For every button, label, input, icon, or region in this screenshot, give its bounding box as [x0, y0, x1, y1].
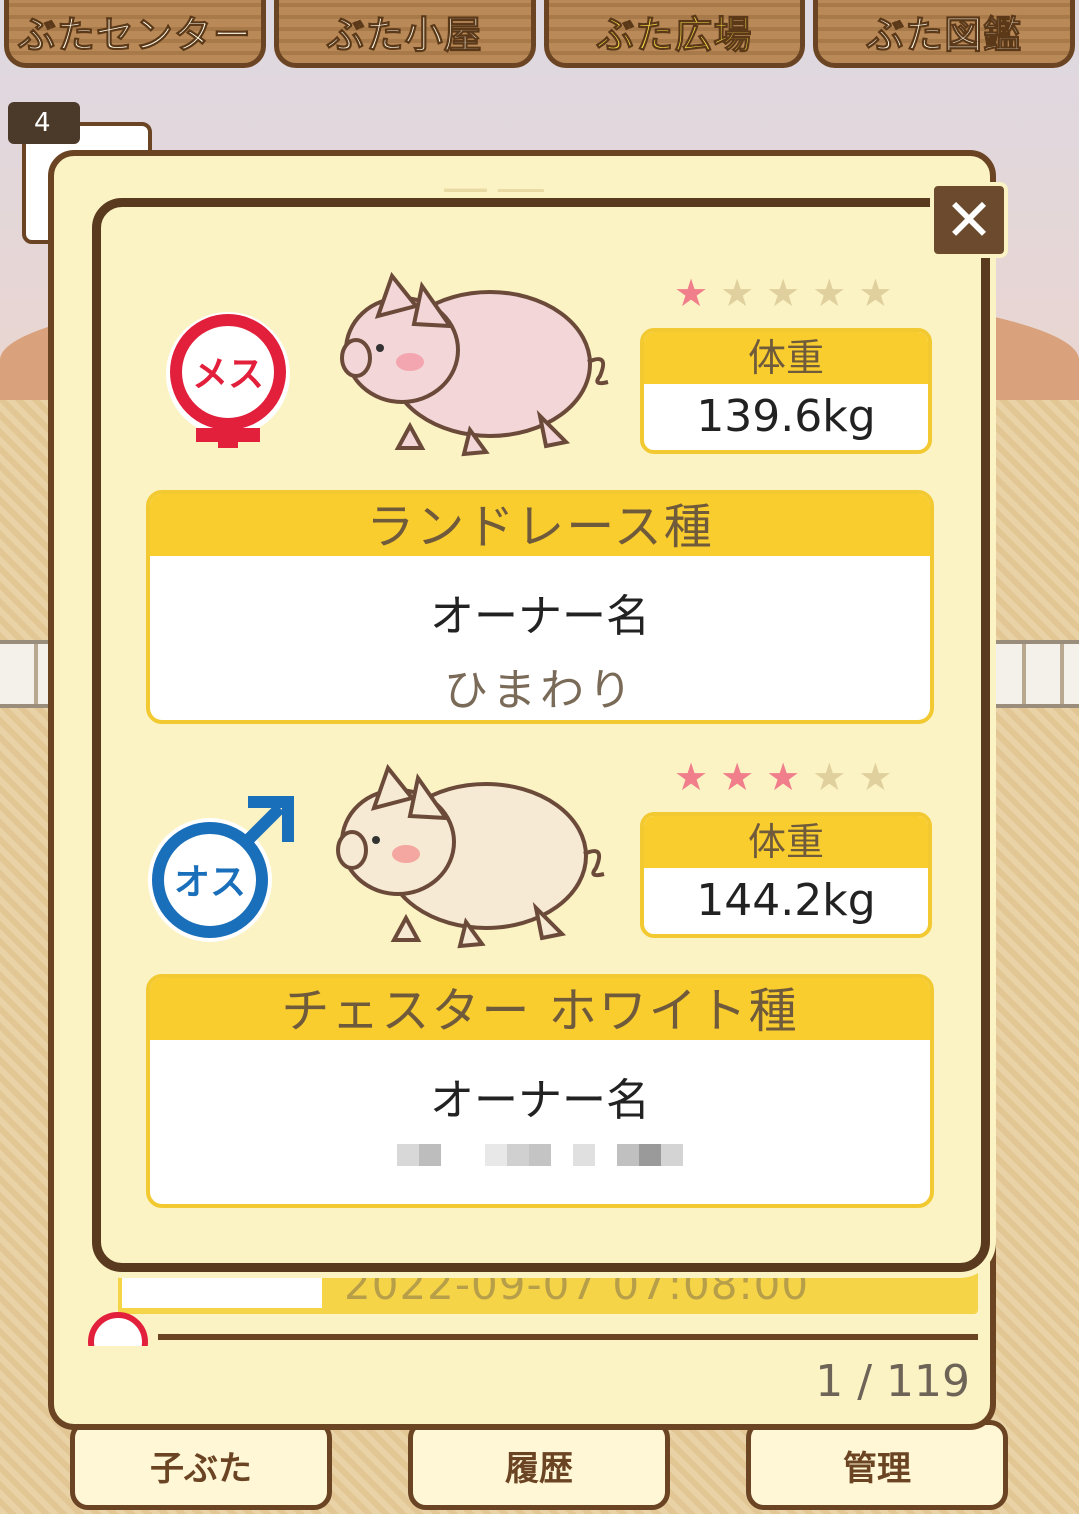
star-icon: ★	[766, 755, 801, 799]
female-weight-value: 139.6kg	[696, 391, 876, 442]
male-rating: ★ ★ ★ ★ ★	[674, 758, 892, 796]
tab-pig-house[interactable]: ぶた小屋	[273, 0, 536, 68]
male-weight-value: 144.2kg	[696, 875, 876, 926]
piglet-button[interactable]: 子ぶた	[70, 1420, 332, 1510]
female-symbol-icon: メス	[166, 312, 290, 448]
star-icon: ★	[858, 755, 893, 799]
female-weight-label: 体重	[644, 332, 928, 384]
history-button[interactable]: 履歴	[408, 1420, 670, 1510]
history-divider	[158, 1334, 978, 1340]
male-owner-label: オーナー名	[430, 1075, 650, 1126]
female-symbol-label: メス	[192, 354, 264, 395]
star-icon: ★	[720, 271, 755, 315]
star-icon: ★	[720, 755, 755, 799]
star-icon: ★	[674, 755, 709, 799]
manage-button-label: 管理	[843, 1448, 911, 1489]
star-icon: ★	[858, 271, 893, 315]
female-owner-name: ひまわり	[444, 665, 636, 716]
female-weight-box: 体重 139.6kg	[640, 328, 932, 454]
manage-button[interactable]: 管理	[746, 1420, 1008, 1510]
female-badge-icon	[88, 1312, 158, 1346]
male-weight-label: 体重	[644, 816, 928, 868]
tab-pig-plaza[interactable]: ぶた広場	[543, 0, 806, 68]
male-info-card: チェスター ホワイト種 オーナー名	[146, 974, 934, 1208]
star-icon: ★	[812, 755, 847, 799]
close-icon: ✕	[944, 186, 994, 254]
male-breed: チェスター ホワイト種	[150, 978, 930, 1040]
female-pig-image	[340, 271, 609, 457]
star-icon: ★	[766, 271, 801, 315]
piglet-button-label: 子ぶた	[150, 1448, 252, 1489]
pair-count-badge: 4	[8, 102, 80, 144]
female-owner-label: オーナー名	[430, 591, 650, 642]
tab-pig-encyclopedia[interactable]: ぶた図鑑	[813, 0, 1075, 68]
female-breed: ランドレース種	[150, 494, 930, 556]
male-symbol-icon: オス	[148, 796, 294, 942]
page-counter: 1 / 119	[815, 1356, 970, 1407]
male-weight-box: 体重 144.2kg	[640, 812, 932, 938]
history-button-label: 履歴	[505, 1448, 573, 1489]
male-owner-name-redacted	[150, 1144, 930, 1166]
top-tab-bar: ぶたセンター ぶた小屋 ぶた広場 ぶた図鑑	[0, 0, 1079, 74]
close-button[interactable]: ✕	[930, 182, 1008, 258]
tab-pig-center[interactable]: ぶたセンター	[4, 0, 266, 68]
star-icon: ★	[674, 271, 709, 315]
male-pig-image	[336, 763, 605, 949]
female-rating: ★ ★ ★ ★ ★	[674, 274, 892, 312]
female-info-card: ランドレース種 オーナー名 ひまわり	[146, 490, 934, 724]
male-symbol-label: オス	[174, 862, 246, 903]
star-icon: ★	[812, 271, 847, 315]
